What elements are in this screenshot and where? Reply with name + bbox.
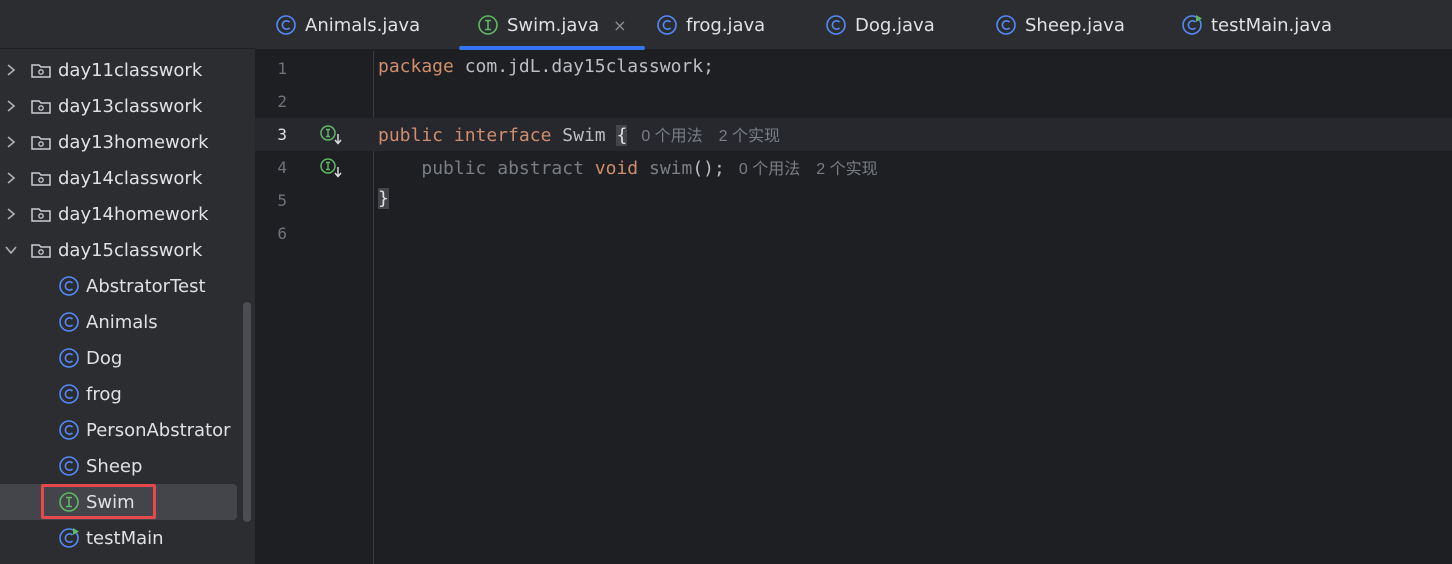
class-c-icon xyxy=(58,311,80,333)
line-number: 6 xyxy=(277,224,287,243)
usages-hint[interactable]: 0 个用法 xyxy=(641,128,702,145)
tree-package-day15classwork[interactable]: day15classwork xyxy=(0,232,237,268)
tree-file-label: AbstratorTest xyxy=(86,275,206,297)
tree-file-label: testMain xyxy=(86,527,164,549)
tree-file-testmain[interactable]: testMain xyxy=(0,520,237,556)
interface-i-icon xyxy=(477,14,499,36)
tree-package-day14classwork[interactable]: day14classwork xyxy=(0,160,237,196)
code-line-1[interactable]: 1 package com.jdL.day15classwork; xyxy=(255,52,1452,85)
interface-i-icon xyxy=(58,491,80,513)
class-c-icon xyxy=(58,455,80,477)
code-line-4[interactable]: 4 public abstract void swim(); 0 个用法 2 个实现 xyxy=(255,151,1452,184)
tree-package-label: day14homework xyxy=(58,203,209,225)
package-folder-icon xyxy=(30,240,52,260)
line-number: 3 xyxy=(277,125,287,144)
line-number: 5 xyxy=(277,191,287,210)
tree-file-label: Swim xyxy=(86,491,135,513)
tab-label: Dog.java xyxy=(855,14,935,36)
chevron-right-icon[interactable] xyxy=(4,168,18,188)
package-folder-icon xyxy=(30,132,52,152)
project-tree-header xyxy=(0,0,255,49)
tree-package-label: day11classwork xyxy=(58,59,203,81)
package-folder-icon xyxy=(30,168,52,188)
tree-file-dog[interactable]: Dog xyxy=(0,340,237,376)
line-number: 4 xyxy=(277,158,287,177)
tree-package-day13classwork[interactable]: day13classwork xyxy=(0,88,237,124)
code-line-3[interactable]: 3 public interface Swim {0 个用法 2 个实现 xyxy=(255,118,1452,151)
tree-file-label: PersonAbstrator xyxy=(86,419,231,441)
tab-label: Swim.java xyxy=(507,14,600,36)
tab-label: frog.java xyxy=(686,14,766,36)
tab-swim-java[interactable]: Swim.java × xyxy=(459,0,645,50)
implementations-hint[interactable]: 2 个实现 xyxy=(719,128,780,145)
chevron-right-icon[interactable] xyxy=(4,60,18,80)
implementations-hint[interactable]: 2 个实现 xyxy=(816,161,877,178)
tab-testmain-java[interactable]: testMain.java xyxy=(1181,0,1332,50)
package-folder-icon xyxy=(30,204,52,224)
class-c-icon xyxy=(275,14,297,36)
tree-file-frog[interactable]: frog xyxy=(0,376,237,412)
chevron-right-icon[interactable] xyxy=(4,204,18,224)
tree-file-personabstrator[interactable]: PersonAbstrator xyxy=(0,412,237,448)
tree-package-label: day14classwork xyxy=(58,167,203,189)
tree-file-label: Dog xyxy=(86,347,123,369)
class-c-icon xyxy=(825,14,847,36)
package-folder-icon xyxy=(30,60,52,80)
code-line-6[interactable]: 6 xyxy=(255,217,1452,250)
tree-file-animals[interactable]: Animals xyxy=(0,304,237,340)
tree-package-label: day13homework xyxy=(58,131,209,153)
class-c-icon xyxy=(995,14,1017,36)
tab-dog-java[interactable]: Dog.java xyxy=(825,0,935,50)
tree-file-swim[interactable]: Swim xyxy=(0,484,237,520)
code-text[interactable]: public interface Swim {0 个用法 2 个实现 xyxy=(378,122,780,146)
tree-package-day13homework[interactable]: day13homework xyxy=(0,124,237,160)
tree-package-label: day15classwork xyxy=(58,239,203,261)
line-number: 1 xyxy=(277,59,287,78)
code-line-2[interactable]: 2 xyxy=(255,85,1452,118)
project-tree-panel: day11classwork day13classwork day13homew… xyxy=(0,0,255,564)
class-c-icon xyxy=(58,383,80,405)
line-number: 2 xyxy=(277,92,287,111)
close-icon[interactable]: × xyxy=(613,16,626,35)
class-c-icon xyxy=(58,275,80,297)
code-editor[interactable]: 1 package com.jdL.day15classwork; 2 3 pu… xyxy=(255,51,1452,564)
tree-file-label: Sheep xyxy=(86,455,143,477)
tab-label: Sheep.java xyxy=(1025,14,1125,36)
code-text[interactable]: public abstract void swim(); 0 个用法 2 个实现 xyxy=(378,155,877,179)
project-tree-scrollbar[interactable] xyxy=(243,302,251,522)
tree-package-label: day13classwork xyxy=(58,95,203,117)
runnable-class-icon xyxy=(1181,14,1203,36)
implemented-down-arrow-icon[interactable] xyxy=(319,124,345,146)
tree-file-label: Animals xyxy=(86,311,158,333)
editor-tab-bar: Animals.java Swim.java × frog.java Dog.j… xyxy=(255,0,1452,50)
tab-frog-java[interactable]: frog.java xyxy=(656,0,765,50)
tab-animals-java[interactable]: Animals.java xyxy=(275,0,420,50)
class-c-icon xyxy=(58,419,80,441)
tree-file-sheep[interactable]: Sheep xyxy=(0,448,237,484)
runnable-class-icon xyxy=(58,527,80,549)
code-text[interactable]: package com.jdL.day15classwork; xyxy=(378,56,714,77)
tree-file-abstratortest[interactable]: AbstratorTest xyxy=(0,268,237,304)
tree-package-day11classwork[interactable]: day11classwork xyxy=(0,52,237,88)
class-c-icon xyxy=(58,347,80,369)
tab-sheep-java[interactable]: Sheep.java xyxy=(995,0,1125,50)
tree-package-day14homework[interactable]: day14homework xyxy=(0,196,237,232)
code-text[interactable]: } xyxy=(378,188,389,209)
class-c-icon xyxy=(656,14,678,36)
code-line-5[interactable]: 5 } xyxy=(255,184,1452,217)
chevron-down-icon[interactable] xyxy=(4,240,18,260)
implemented-down-arrow-icon[interactable] xyxy=(319,157,345,179)
tab-label: testMain.java xyxy=(1211,14,1332,36)
chevron-right-icon[interactable] xyxy=(4,132,18,152)
package-folder-icon xyxy=(30,96,52,116)
tab-label: Animals.java xyxy=(305,14,421,36)
tree-file-label: frog xyxy=(86,383,122,405)
usages-hint[interactable]: 0 个用法 xyxy=(739,161,800,178)
chevron-right-icon[interactable] xyxy=(4,96,18,116)
